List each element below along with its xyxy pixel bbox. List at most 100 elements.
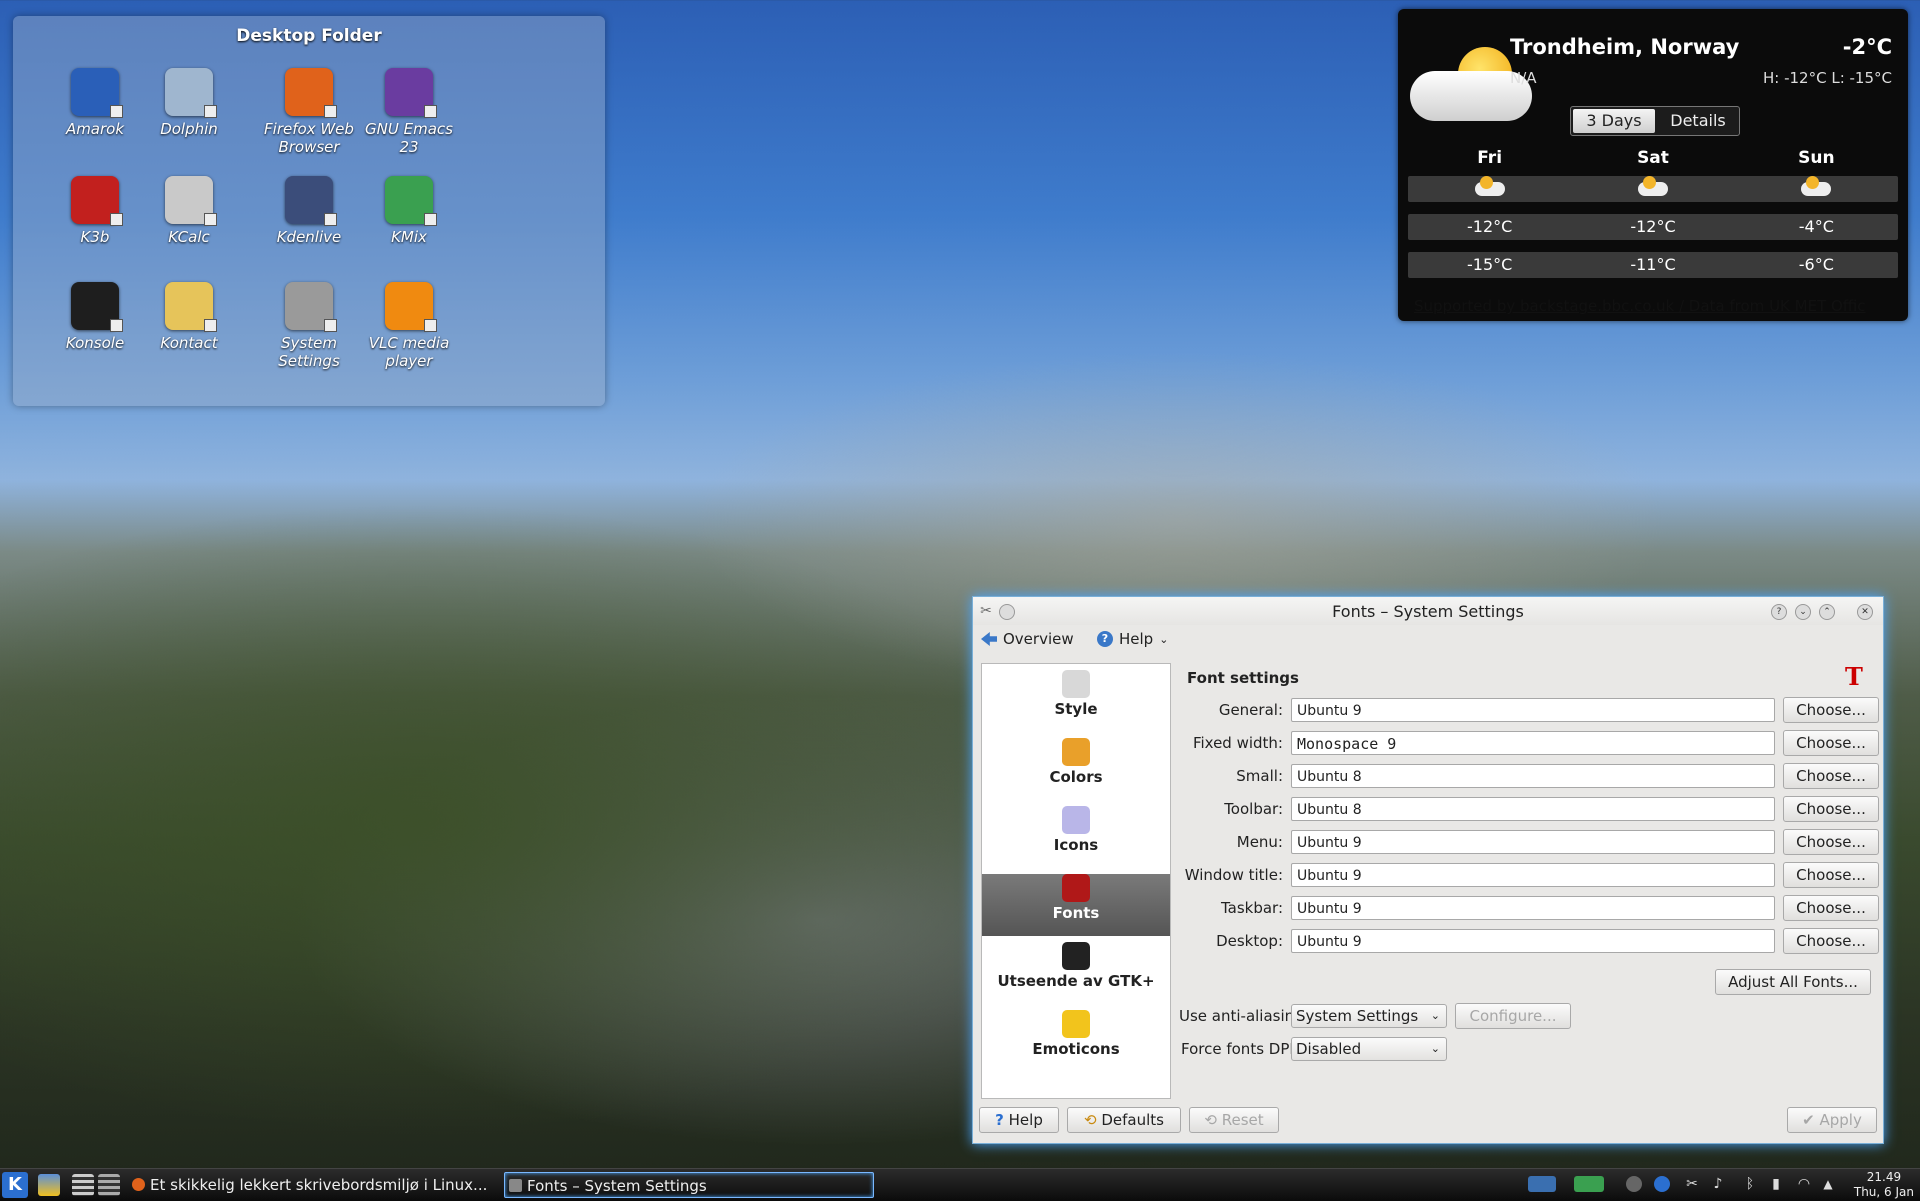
weather-credit-link[interactable]: Supported by backstage.bbc.co.uk / Data … [1414, 297, 1898, 315]
activity-star-icon[interactable] [38, 1174, 60, 1196]
font-field[interactable]: Ubuntu 9 [1291, 830, 1775, 854]
context-help-icon[interactable]: ? [1771, 604, 1787, 620]
desktop-icon[interactable]: System Settings [254, 282, 364, 370]
choose-font-button[interactable]: Choose... [1783, 763, 1879, 789]
help-button[interactable]: ? Help [979, 1107, 1059, 1133]
font-row: General: Ubuntu 9 Choose... [1177, 697, 1879, 723]
sidebar-item-fonts[interactable]: Fonts [982, 874, 1170, 936]
choose-font-button[interactable]: Choose... [1783, 895, 1879, 921]
system-settings-tools-icon [285, 282, 337, 332]
choose-font-button[interactable]: Choose... [1783, 796, 1879, 822]
overview-button[interactable]: Overview [981, 630, 1074, 648]
font-row: Taskbar: Ubuntu 9 Choose... [1177, 895, 1879, 921]
font-field[interactable]: Monospace 9 [1291, 731, 1775, 755]
font-row-label: Window title: [1184, 866, 1283, 884]
desktop-icon[interactable]: Firefox Web Browser [254, 68, 364, 156]
clock[interactable]: 21.49 Thu, 6 Jan [1854, 1170, 1914, 1200]
choose-font-button[interactable]: Choose... [1783, 928, 1879, 954]
kdenlive-clapper-icon [285, 176, 337, 226]
show-desktop-icon[interactable] [72, 1174, 94, 1196]
adjust-all-fonts-button[interactable]: Adjust All Fonts... [1715, 969, 1871, 995]
desktop-icon-label: GNU Emacs 23 [365, 120, 453, 156]
desktop-icon[interactable]: Kontact [134, 282, 244, 352]
sidebar-item-emoticons[interactable]: Emoticons [982, 1010, 1170, 1072]
desktop-icon-label: KMix [391, 228, 427, 246]
font-row: Fixed width: Monospace 9 Choose... [1177, 730, 1879, 756]
sidebar-item-label: Colors [1049, 768, 1103, 786]
task-system-settings[interactable]: Fonts – System Settings [504, 1172, 874, 1198]
desktop-icon[interactable]: VLC media player [354, 282, 464, 370]
forecast-day: Sun [1798, 148, 1835, 168]
task-label: Fonts – System Settings [527, 1177, 707, 1195]
fonts-icon: T [1845, 662, 1863, 691]
desktop-icon[interactable]: Kdenlive [254, 176, 364, 246]
klipper-icon[interactable] [1626, 1176, 1642, 1192]
kde-menu-button[interactable]: K [2, 1172, 28, 1198]
apply-button[interactable]: ✔ Apply [1787, 1107, 1877, 1133]
font-field[interactable]: Ubuntu 9 [1291, 863, 1775, 887]
force-dpi-select[interactable]: Disabled ⌄ [1291, 1037, 1447, 1061]
choose-font-button[interactable]: Choose... [1783, 697, 1879, 723]
reset-button[interactable]: ⟲ Reset [1189, 1107, 1279, 1133]
font-row-label: Toolbar: [1224, 800, 1283, 818]
tab-details[interactable]: Details [1657, 107, 1739, 135]
anti-aliasing-value: System Settings [1296, 1007, 1419, 1025]
anti-aliasing-select[interactable]: System Settings ⌄ [1291, 1004, 1447, 1028]
partly-cloudy-icon [1637, 176, 1668, 196]
font-field[interactable]: Ubuntu 8 [1291, 797, 1775, 821]
help-button-label: Help [1008, 1111, 1043, 1129]
configure-button[interactable]: Configure... [1455, 1003, 1571, 1029]
terminal-icon [71, 282, 123, 332]
font-field[interactable]: Ubuntu 9 [1291, 896, 1775, 920]
font-field[interactable]: Ubuntu 8 [1291, 764, 1775, 788]
amarok-wolf-icon [71, 68, 123, 118]
kontact-icon [165, 282, 217, 332]
updates-icon[interactable] [1654, 1176, 1670, 1192]
close-icon[interactable]: ✕ [1857, 604, 1873, 620]
battery-icon[interactable]: ▮ [1768, 1176, 1784, 1192]
back-arrow-icon [981, 632, 997, 646]
window-titlebar[interactable]: ✂ Fonts – System Settings ? ⌄ ⌃ ✕ [973, 597, 1883, 625]
sidebar-item-style[interactable]: Style [982, 670, 1170, 732]
partly-cloudy-icon [1474, 176, 1505, 196]
sidebar-item-colors[interactable]: Colors [982, 738, 1170, 800]
desktop-icon[interactable]: KMix [354, 176, 464, 246]
forecast-low: -15°C [1467, 255, 1513, 274]
weather-widget: Trondheim, Norway -2°C N/A H: -12°C L: -… [1398, 9, 1908, 321]
desktop-icon[interactable]: Dolphin [134, 68, 244, 138]
clock-time: 21.49 [1866, 1170, 1902, 1184]
font-row: Desktop: Ubuntu 9 Choose... [1177, 928, 1879, 954]
wifi-icon[interactable]: ◠ [1796, 1176, 1812, 1192]
maximize-icon[interactable]: ⌃ [1819, 604, 1835, 620]
pager-icon[interactable] [98, 1174, 120, 1196]
help-icon: ? [1097, 631, 1113, 647]
choose-font-button[interactable]: Choose... [1783, 862, 1879, 888]
choose-font-button[interactable]: Choose... [1783, 829, 1879, 855]
help-label: Help [1119, 630, 1154, 648]
desktop-icon[interactable]: KCalc [134, 176, 244, 246]
font-field[interactable]: Ubuntu 9 [1291, 698, 1775, 722]
bluetooth-icon[interactable]: ᛒ [1742, 1176, 1758, 1192]
sidebar-item-label: Utseende av GTK+ [997, 972, 1155, 990]
volume-icon[interactable]: ♪ [1710, 1176, 1726, 1192]
font-field[interactable]: Ubuntu 9 [1291, 929, 1775, 953]
help-menu-button[interactable]: ? Help ⌄ [1097, 630, 1168, 648]
desktop-icon-label: System Settings [278, 334, 340, 370]
sidebar-item-utseende-av-gtk[interactable]: Utseende av GTK+ [982, 942, 1170, 1004]
firefox-icon [285, 68, 337, 118]
network-monitor-icon[interactable] [1574, 1176, 1604, 1192]
choose-font-button[interactable]: Choose... [1783, 730, 1879, 756]
folder-title: Desktop Folder [236, 26, 382, 46]
style-brush-icon [1062, 670, 1090, 698]
tab-3-days[interactable]: 3 Days [1573, 109, 1655, 133]
display-tray-icon[interactable] [1528, 1176, 1556, 1192]
sidebar-item-icons[interactable]: Icons [982, 806, 1170, 868]
font-row-label: Desktop: [1216, 932, 1283, 950]
tray-expand-icon[interactable]: ▲ [1820, 1176, 1836, 1192]
desktop-icon[interactable]: GNU Emacs 23 [354, 68, 464, 156]
scissors-icon[interactable]: ✂ [1684, 1176, 1700, 1192]
task-firefox[interactable]: Et skikkelig lekkert skrivebordsmiljø i … [128, 1172, 494, 1198]
smiley-icon [1062, 1010, 1090, 1038]
minimize-icon[interactable]: ⌄ [1795, 604, 1811, 620]
defaults-button[interactable]: ⟲ Defaults [1067, 1107, 1181, 1133]
